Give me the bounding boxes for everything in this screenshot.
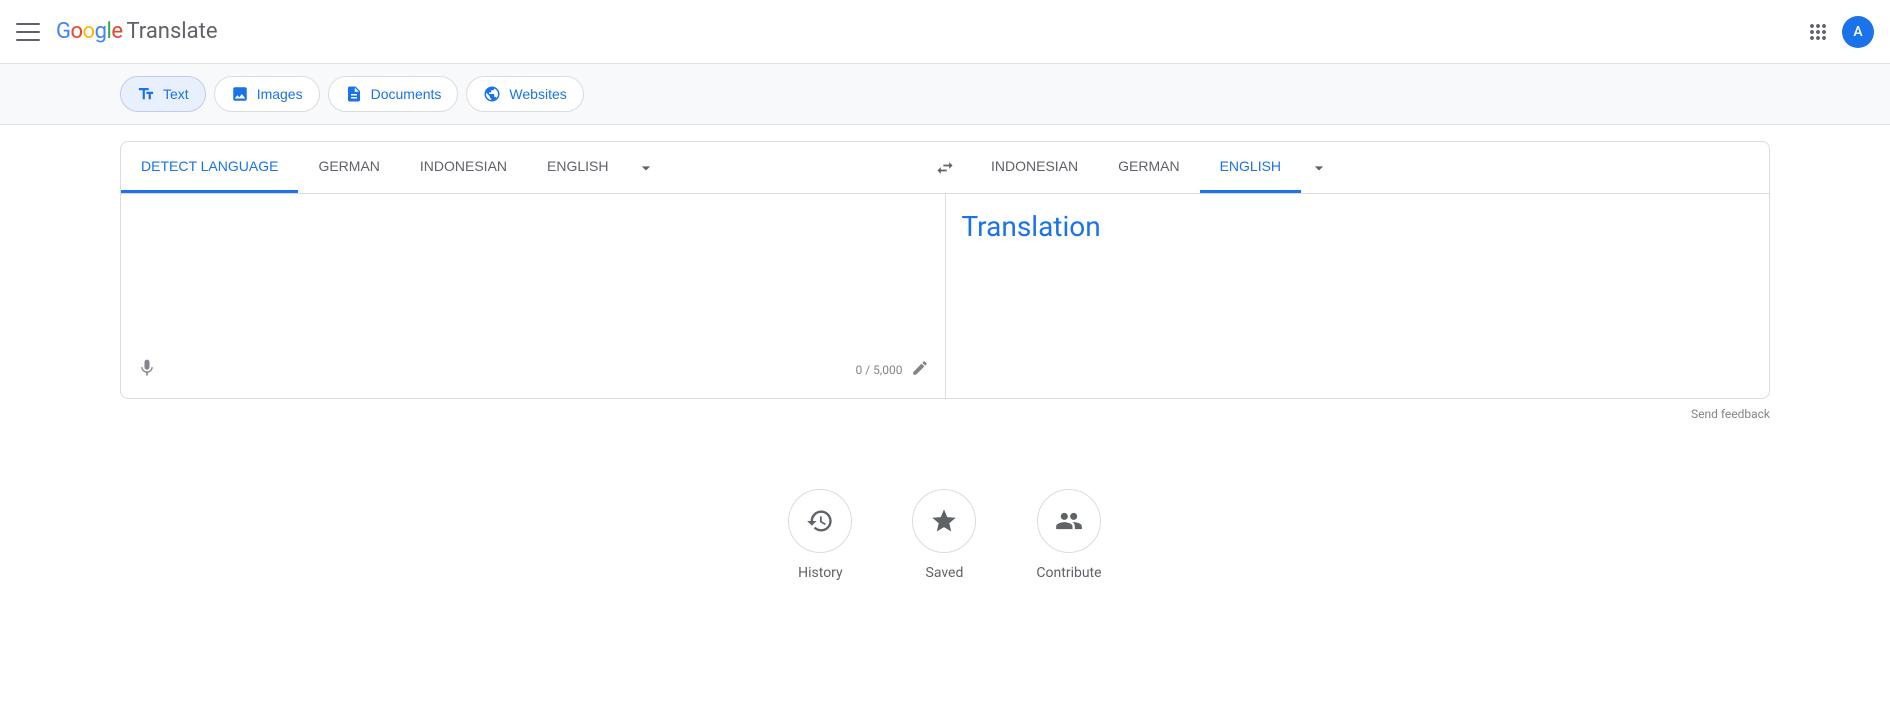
history-label: History — [798, 565, 843, 581]
char-count: 0 / 5,000 — [856, 363, 903, 377]
translation-panels: 0 / 5,000 Translation — [120, 193, 1770, 399]
source-footer: 0 / 5,000 — [137, 358, 929, 382]
logo-translate-text: Translate — [126, 19, 217, 44]
source-panel: 0 / 5,000 — [121, 194, 946, 398]
translation-output: Translation — [962, 210, 1754, 243]
bottom-actions: History Saved Contribute — [0, 489, 1890, 621]
history-action[interactable]: History — [788, 489, 852, 581]
target-lang-german[interactable]: GERMAN — [1098, 142, 1199, 193]
contribute-icon-circle — [1037, 489, 1101, 553]
tab-text-label: Text — [163, 86, 189, 102]
tab-images[interactable]: Images — [214, 76, 320, 112]
saved-label: Saved — [926, 565, 964, 581]
tab-documents-label: Documents — [371, 86, 442, 102]
target-lang-english[interactable]: ENGLISH — [1200, 142, 1301, 193]
menu-button[interactable] — [16, 20, 40, 44]
header: Google Translate A — [0, 0, 1890, 64]
source-lang-indonesian[interactable]: INDONESIAN — [400, 142, 527, 193]
language-bar: DETECT LANGUAGE GERMAN INDONESIAN ENGLIS… — [120, 141, 1770, 193]
tab-documents[interactable]: Documents — [328, 76, 459, 112]
header-left: Google Translate — [16, 19, 217, 44]
logo-google-text: Google — [56, 19, 122, 44]
mic-button[interactable] — [137, 358, 157, 382]
saved-action[interactable]: Saved — [912, 489, 976, 581]
feedback-section: Send feedback — [120, 399, 1770, 429]
header-right: A — [1806, 16, 1874, 48]
source-lang-detect[interactable]: DETECT LANGUAGE — [121, 142, 298, 193]
source-lang-side: DETECT LANGUAGE GERMAN INDONESIAN ENGLIS… — [121, 142, 919, 193]
tab-websites-label: Websites — [509, 86, 566, 102]
contribute-label: Contribute — [1036, 565, 1101, 581]
edit-button[interactable] — [911, 359, 929, 381]
apps-icon[interactable] — [1806, 20, 1830, 44]
send-feedback-link[interactable]: Send feedback — [1691, 407, 1770, 421]
source-lang-more[interactable] — [628, 146, 664, 190]
avatar[interactable]: A — [1842, 16, 1874, 48]
main: DETECT LANGUAGE GERMAN INDONESIAN ENGLIS… — [0, 141, 1890, 429]
target-lang-indonesian[interactable]: INDONESIAN — [971, 142, 1098, 193]
toolbar: Text Images Documents Websites — [0, 64, 1890, 125]
target-lang-more[interactable] — [1301, 146, 1337, 190]
contribute-action[interactable]: Contribute — [1036, 489, 1101, 581]
tab-images-label: Images — [257, 86, 303, 102]
source-lang-english[interactable]: ENGLISH — [527, 142, 628, 193]
tab-websites[interactable]: Websites — [466, 76, 583, 112]
source-input[interactable] — [137, 210, 929, 350]
history-icon-circle — [788, 489, 852, 553]
target-lang-side: INDONESIAN GERMAN ENGLISH — [971, 142, 1769, 193]
swap-languages-button[interactable] — [919, 158, 971, 178]
logo[interactable]: Google Translate — [56, 19, 217, 44]
saved-icon-circle — [912, 489, 976, 553]
source-lang-german[interactable]: GERMAN — [298, 142, 399, 193]
target-panel: Translation — [946, 194, 1770, 398]
tab-text[interactable]: Text — [120, 76, 206, 112]
